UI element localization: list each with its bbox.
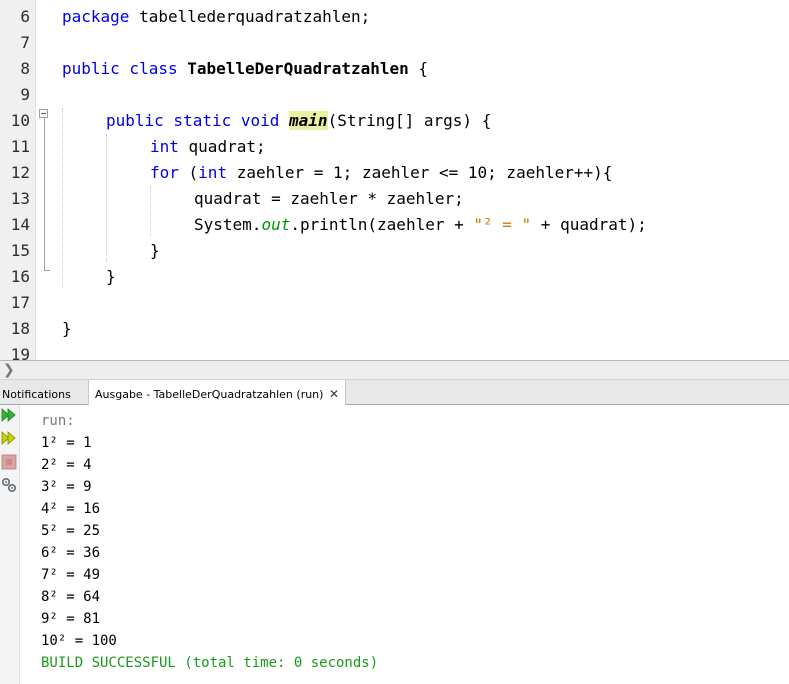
line-number: 8 xyxy=(20,59,30,78)
line-number: 9 xyxy=(20,85,30,104)
output-line: 2² = 4 xyxy=(41,457,92,473)
output-line: 10² = 100 xyxy=(41,633,117,649)
code-text: } xyxy=(106,267,116,286)
code-text: { xyxy=(408,59,429,78)
keyword: int xyxy=(150,137,179,156)
class-name: TabelleDerQuadratzahlen xyxy=(187,59,409,78)
output-line: 4² = 16 xyxy=(41,501,101,517)
code-line-14: System.out.println(zaehler + "² = " + qu… xyxy=(194,212,647,238)
code-text: } xyxy=(62,319,72,338)
static-field: out xyxy=(261,215,291,234)
code-line-8: public class TabelleDerQuadratzahlen { xyxy=(62,56,428,82)
method-name: main xyxy=(289,111,328,130)
output-toolbar xyxy=(0,405,20,684)
output-line: 9² = 81 xyxy=(41,611,101,627)
code-editor[interactable]: 6 7 8 9 10 11 12 13 14 15 16 17 18 19 pa… xyxy=(0,0,789,360)
keyword: int xyxy=(198,163,228,182)
output-window[interactable]: run: 1² = 1 2² = 4 3² = 9 4² = 16 5² = 2… xyxy=(0,405,789,684)
code-line-11: int quadrat; xyxy=(150,134,266,160)
code-text: System. xyxy=(194,215,262,234)
fold-guide-end xyxy=(44,270,50,271)
output-line: 1² = 1 xyxy=(41,435,92,451)
fold-collapse-icon[interactable] xyxy=(39,109,48,118)
line-number-gutter: 6 7 8 9 10 11 12 13 14 15 16 17 18 19 xyxy=(0,0,36,360)
settings-icon[interactable] xyxy=(1,477,17,493)
code-text: zaehler = 1; zaehler <= 10; zaehler++){ xyxy=(227,163,613,182)
tab-notifications[interactable]: Notifications xyxy=(1,380,87,405)
keyword: for xyxy=(150,163,179,182)
code-text: quadrat; xyxy=(178,137,266,156)
code-text: } xyxy=(150,241,160,260)
line-number: 12 xyxy=(10,163,30,182)
line-number: 11 xyxy=(10,137,30,156)
line-number: 19 xyxy=(10,345,30,360)
code-text: quadrat = zaehler * zaehler; xyxy=(194,189,464,208)
keyword: public class xyxy=(62,59,178,78)
line-number: 14 xyxy=(10,215,30,234)
code-line-13: quadrat = zaehler * zaehler; xyxy=(194,186,464,212)
build-status: BUILD SUCCESSFUL (total time: 0 seconds) xyxy=(41,655,379,671)
code-text: (String[] args) { xyxy=(327,111,492,130)
code-text: + quadrat); xyxy=(531,215,647,234)
line-number: 16 xyxy=(10,267,30,286)
line-number: 13 xyxy=(10,189,30,208)
output-text: run: 1² = 1 2² = 4 3² = 9 4² = 16 5² = 2… xyxy=(41,410,378,674)
indent-guide xyxy=(106,134,107,262)
line-number: 10 xyxy=(10,111,30,130)
output-tab-bar: Notifications Ausgabe - TabelleDerQuadra… xyxy=(0,380,789,405)
run-label: run: xyxy=(41,413,75,429)
rerun-icon[interactable] xyxy=(1,407,17,423)
output-line: 5² = 25 xyxy=(41,523,101,539)
output-line: 3² = 9 xyxy=(41,479,92,495)
output-line: 7² = 49 xyxy=(41,567,101,583)
fold-guide xyxy=(44,118,45,270)
line-number: 7 xyxy=(20,33,30,52)
rerun-different-params-icon[interactable] xyxy=(1,430,17,446)
code-text: tabellederquadratzahlen; xyxy=(129,7,371,26)
line-number: 6 xyxy=(20,7,30,26)
code-text: ( xyxy=(178,163,199,182)
code-line-18: } xyxy=(62,316,72,342)
code-line-15: } xyxy=(150,238,160,264)
tab-output[interactable]: Ausgabe - TabelleDerQuadratzahlen (run) … xyxy=(88,380,346,405)
keyword: public static void xyxy=(106,111,280,130)
string-literal: "² = " xyxy=(473,215,532,234)
output-line: 6² = 36 xyxy=(41,545,101,561)
expand-chevron-icon[interactable]: ❯ xyxy=(3,362,15,378)
code-text: .println(zaehler + xyxy=(290,215,474,234)
code-line-10: public static void main(String[] args) { xyxy=(106,108,491,134)
code-line-12: for (int zaehler = 1; zaehler <= 10; zae… xyxy=(150,160,612,186)
code-line-6: package tabellederquadratzahlen; xyxy=(62,4,370,30)
line-number: 18 xyxy=(10,319,30,338)
stop-icon[interactable] xyxy=(1,454,17,470)
output-line: 8² = 64 xyxy=(41,589,101,605)
indent-guide xyxy=(150,186,151,236)
line-number: 17 xyxy=(10,293,30,312)
panel-splitter[interactable]: ❯ xyxy=(0,360,789,380)
indent-guide xyxy=(62,108,63,288)
keyword: package xyxy=(62,7,130,26)
code-line-16: } xyxy=(106,264,116,290)
tab-output-label: Ausgabe - TabelleDerQuadratzahlen (run) xyxy=(95,388,324,401)
line-number: 15 xyxy=(10,241,30,260)
